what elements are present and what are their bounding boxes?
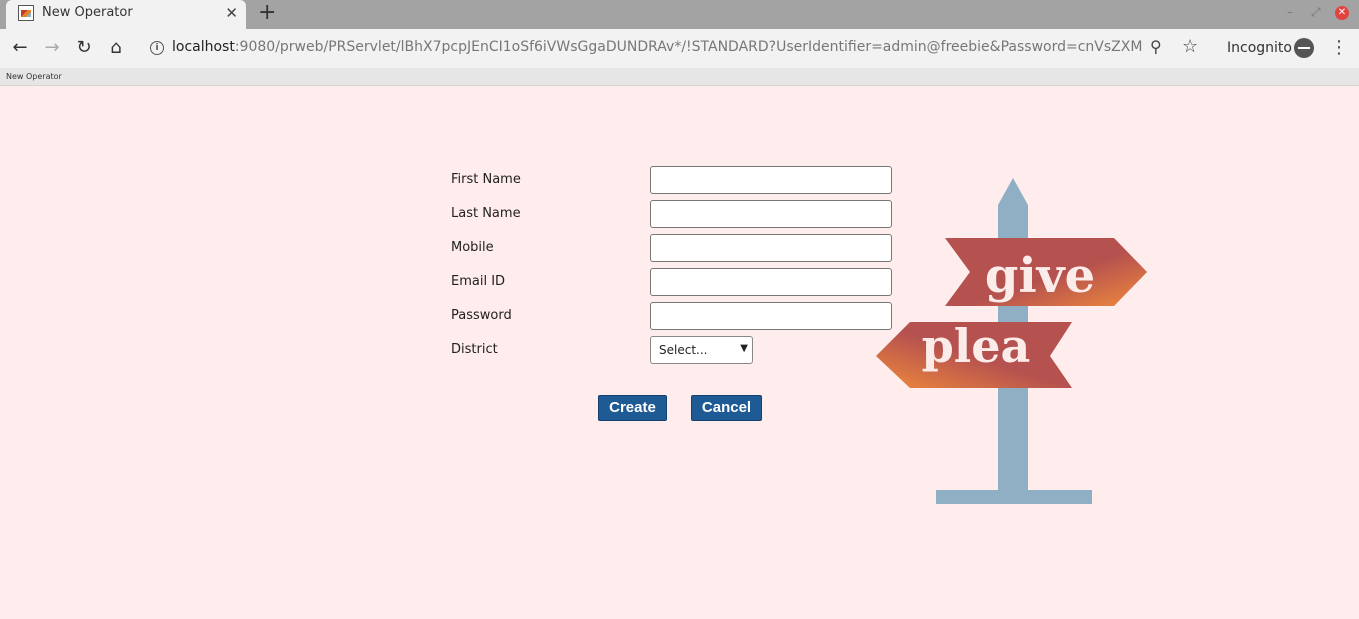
caret-down-icon: ▼ — [740, 343, 748, 354]
favicon-icon — [18, 5, 34, 21]
tab-close-icon[interactable]: ✕ — [225, 3, 238, 23]
mobile-label: Mobile — [451, 240, 494, 255]
district-selected-value: Select... — [659, 343, 708, 357]
info-icon[interactable]: i — [150, 41, 164, 55]
last-name-input[interactable] — [650, 200, 892, 228]
tab-title: New Operator — [42, 5, 133, 20]
back-arrow-icon[interactable]: ← — [9, 37, 31, 59]
browser-tab-strip: New Operator ✕ + – ⤢ ✕ — [0, 0, 1359, 29]
logo-word-give: give — [985, 248, 1095, 304]
email-id-label: Email ID — [451, 274, 506, 289]
password-input[interactable] — [650, 302, 892, 330]
maximize-icon[interactable]: ⤢ — [1311, 5, 1321, 20]
district-label: District — [451, 342, 498, 357]
mobile-input[interactable] — [650, 234, 892, 262]
password-label: Password — [451, 308, 512, 323]
reload-icon[interactable]: ↻ — [73, 37, 95, 59]
address-bar[interactable]: i localhost:9080/prweb/PRServlet/lBhX7pc… — [140, 33, 1215, 63]
last-name-label: Last Name — [451, 206, 521, 221]
new-tab-button[interactable]: + — [258, 1, 276, 25]
logo-word-plea: plea — [922, 319, 1031, 373]
star-icon[interactable]: ☆ — [1182, 36, 1198, 57]
browser-tab[interactable]: New Operator ✕ — [6, 0, 246, 29]
incognito-label: Incognito — [1227, 40, 1292, 56]
page-header-bar: New Operator — [0, 68, 1359, 86]
home-icon[interactable]: ⌂ — [105, 37, 127, 59]
browser-toolbar: ← → ↻ ⌂ i localhost:9080/prweb/PRServlet… — [0, 29, 1359, 68]
cancel-button[interactable]: Cancel — [691, 395, 762, 421]
create-button[interactable]: Create — [598, 395, 667, 421]
minimize-icon[interactable]: – — [1287, 5, 1293, 19]
email-id-input[interactable] — [650, 268, 892, 296]
zoom-icon[interactable]: ⚲ — [1150, 37, 1162, 56]
first-name-input[interactable] — [650, 166, 892, 194]
forward-arrow-icon[interactable]: → — [41, 37, 63, 59]
window-close-icon[interactable]: ✕ — [1335, 6, 1349, 20]
district-select[interactable]: Select... ▼ — [650, 336, 753, 364]
kebab-menu-icon[interactable]: ⋮ — [1330, 37, 1348, 58]
incognito-icon[interactable] — [1294, 38, 1314, 58]
url-text[interactable]: localhost:9080/prweb/PRServlet/lBhX7pcpJ… — [172, 39, 1142, 55]
first-name-label: First Name — [451, 172, 521, 187]
page-title: New Operator — [6, 72, 62, 81]
give-plea-signpost-logo: give plea — [876, 178, 1147, 504]
signpost-base — [936, 490, 1092, 504]
